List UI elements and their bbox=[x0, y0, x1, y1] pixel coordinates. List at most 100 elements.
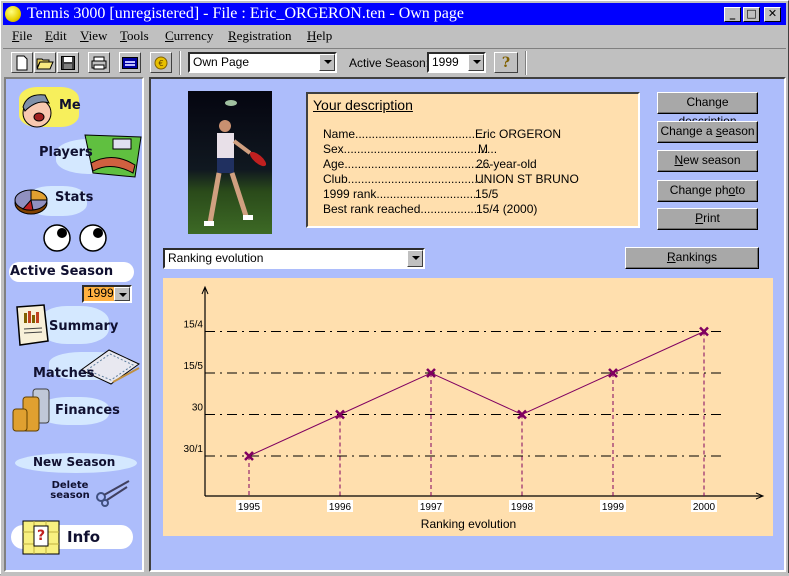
row-value: UNION ST BRUNO bbox=[475, 172, 579, 186]
menu-accel: T bbox=[120, 28, 128, 43]
menu-view[interactable]: View bbox=[80, 28, 107, 44]
x-tick-label: 2000 bbox=[693, 502, 716, 513]
open-file-button[interactable] bbox=[34, 52, 56, 73]
x-tick-label: 1998 bbox=[511, 502, 534, 513]
change-season-button[interactable]: Change a season bbox=[657, 121, 758, 143]
menu-accel: R bbox=[228, 28, 237, 43]
toolbar-separator bbox=[525, 51, 527, 75]
menu-label: ools bbox=[127, 28, 149, 43]
svg-text:€: € bbox=[158, 59, 163, 68]
series-line bbox=[248, 331, 705, 457]
x-tick-label: 1995 bbox=[238, 502, 261, 513]
x-tick-label: 1997 bbox=[420, 502, 443, 513]
rankings-button[interactable]: Rankings bbox=[625, 247, 759, 269]
new-file-button[interactable] bbox=[11, 52, 33, 73]
sidebar-item-label: New Season bbox=[33, 455, 116, 469]
menu-currency[interactable]: Currency bbox=[165, 28, 213, 44]
print-button[interactable]: Print bbox=[657, 208, 758, 230]
menu-accel: H bbox=[307, 28, 317, 43]
close-button[interactable]: ✕ bbox=[764, 7, 781, 22]
row-value: 15/4 (2000) bbox=[476, 202, 538, 216]
sidebar: Me Players Stats Active Season 1999 Summ… bbox=[4, 77, 144, 572]
menu-accel: C bbox=[165, 28, 174, 43]
description-panel: Your description Name...................… bbox=[306, 92, 640, 228]
row-label: Sex.....................................… bbox=[323, 142, 498, 156]
chart-type-value: Ranking evolution bbox=[168, 251, 264, 265]
window-title: Tennis 3000 [unregistered] - File : Eric… bbox=[27, 5, 464, 22]
row-label: Club....................................… bbox=[323, 172, 485, 186]
menu-label: egistration bbox=[236, 28, 292, 43]
active-season-heading: Active Season bbox=[10, 264, 114, 279]
page-select-value: Own Page bbox=[193, 55, 250, 69]
sidebar-item-matches[interactable]: Matches bbox=[9, 344, 141, 389]
pie-chart-icon bbox=[14, 189, 48, 215]
menu-registration[interactable]: Registration bbox=[228, 28, 292, 44]
menu-accel: E bbox=[45, 28, 53, 43]
sidebar-item-label: Stats bbox=[55, 190, 94, 205]
y-tick-label: 15/4 bbox=[184, 320, 204, 331]
menu-bar: File Edit View Tools Currency Registrati… bbox=[3, 26, 786, 46]
sidebar-item-finances[interactable]: Finances bbox=[9, 387, 141, 437]
row-label: Name....................................… bbox=[323, 127, 486, 141]
chevron-down-icon[interactable] bbox=[407, 250, 423, 267]
row-value: 15/5 bbox=[475, 187, 499, 201]
row-label: Best rank reached................. bbox=[323, 202, 478, 216]
window-view-button[interactable] bbox=[119, 52, 141, 73]
description-row-sex: Sex.....................................… bbox=[323, 142, 497, 156]
currency-button[interactable]: € bbox=[150, 52, 172, 73]
description-row-age: Age.....................................… bbox=[323, 157, 537, 171]
menu-help[interactable]: Help bbox=[307, 28, 332, 44]
page-select[interactable]: Own Page bbox=[188, 52, 337, 73]
print-icon bbox=[91, 56, 107, 69]
chevron-down-icon[interactable] bbox=[319, 54, 335, 71]
open-folder-icon bbox=[36, 58, 54, 69]
chart-type-select[interactable]: Ranking evolution bbox=[163, 248, 425, 269]
menu-label: urrency bbox=[173, 28, 214, 43]
row-value: M bbox=[478, 142, 488, 156]
new-season-button[interactable]: New season bbox=[657, 150, 758, 172]
print-button[interactable] bbox=[88, 52, 110, 73]
row-label: 1999 rank.............................. bbox=[323, 187, 477, 201]
help-button[interactable]: ? bbox=[494, 52, 518, 73]
sidebar-item-label: Me bbox=[59, 98, 81, 113]
tennis-ball-icon bbox=[5, 6, 21, 22]
menu-file[interactable]: File bbox=[12, 28, 32, 44]
summary-document-icon bbox=[16, 304, 49, 346]
sidebar-item-delete-season[interactable]: Delete season bbox=[9, 479, 141, 511]
row-value: 26-year-old bbox=[476, 157, 537, 171]
save-button[interactable] bbox=[57, 52, 79, 73]
description-row-best-rank: Best rank reached................. 15/4 (… bbox=[323, 202, 537, 216]
ranking-chart: 30/1 30 15/5 15/4 1995 1996 1997 1998 1999 2000 Ra… bbox=[163, 278, 773, 536]
sidebar-item-label: Delete season bbox=[50, 480, 90, 501]
sidebar-item-stats[interactable]: Stats bbox=[9, 181, 139, 221]
menu-label: dit bbox=[52, 28, 67, 43]
player-photo[interactable] bbox=[188, 91, 272, 234]
chevron-down-icon[interactable] bbox=[468, 54, 484, 71]
menu-edit[interactable]: Edit bbox=[45, 28, 67, 44]
description-row-rank: 1999 rank.............................. 1… bbox=[323, 187, 498, 201]
active-season-select[interactable]: 1999 bbox=[427, 52, 486, 73]
coin-stacks-icon bbox=[12, 388, 50, 432]
menu-tools[interactable]: Tools bbox=[120, 28, 149, 44]
change-photo-button[interactable]: Change photo bbox=[657, 180, 758, 202]
sidebar-item-me[interactable]: Me bbox=[11, 85, 91, 135]
sidebar-item-new-season[interactable]: New Season bbox=[9, 451, 141, 475]
menu-label: ile bbox=[19, 28, 33, 43]
minimize-button[interactable]: _ bbox=[724, 7, 741, 22]
maximize-button[interactable]: □ bbox=[743, 7, 760, 22]
change-description-button[interactable]: Change description bbox=[657, 92, 758, 128]
chevron-down-icon[interactable] bbox=[114, 287, 130, 301]
title-bar[interactable]: Tennis 3000 [unregistered] - File : Eric… bbox=[3, 3, 786, 25]
description-row-name: Name....................................… bbox=[323, 127, 561, 141]
x-axis-title: Ranking evolution bbox=[421, 517, 516, 531]
row-value: Eric ORGERON bbox=[475, 127, 562, 141]
new-file-icon bbox=[16, 55, 28, 70]
sidebar-item-players[interactable]: Players bbox=[11, 129, 142, 184]
sidebar-item-label: Info bbox=[67, 528, 101, 546]
y-tick-label: 15/5 bbox=[184, 361, 204, 372]
sidebar-item-info[interactable]: ? Info bbox=[9, 519, 139, 555]
tennis-player-photo-icon bbox=[204, 100, 267, 226]
sidebar-item-label: Summary bbox=[49, 319, 119, 334]
info-question-icon: ? bbox=[22, 520, 60, 555]
toolbar-separator bbox=[179, 51, 181, 75]
